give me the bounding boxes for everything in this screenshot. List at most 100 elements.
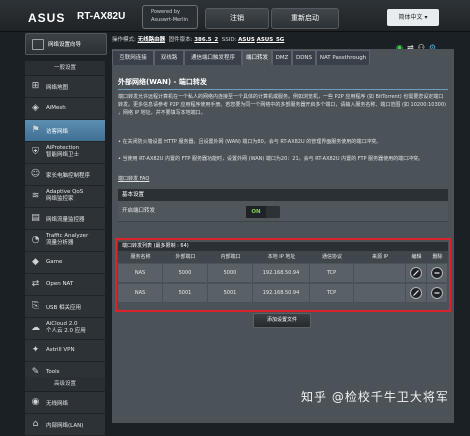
column-header: 来源 IP <box>354 251 406 263</box>
op-mode-value[interactable]: 无线路由器 <box>138 37 166 43</box>
sidebar-item-network-map[interactable]: ⊞ 网络地图 <box>25 76 105 98</box>
wireless-icon: ◉ <box>31 397 40 407</box>
column-header: 本地 IP 地址 <box>253 251 310 263</box>
powered-by-line2: Asuswrt-Merlin <box>151 17 189 23</box>
language-select[interactable]: 简体中文 ▾ <box>387 9 439 26</box>
add-profile-button[interactable]: 添加设置文件 <box>253 313 311 328</box>
quick-setup-button[interactable]: 网络设置向导 <box>25 33 107 55</box>
table-cell-protocol: TCP <box>310 284 354 303</box>
enable-port-forwarding-row: 开启端口转发 ON <box>118 201 448 222</box>
usb-app-icon: ⎘ <box>31 301 40 311</box>
column-header: 服务名称 <box>118 251 163 263</box>
sidebar-item-guest-network[interactable]: ⚑ 访客网络 <box>25 120 105 142</box>
aiprotection-icon: ⛨ <box>32 147 39 157</box>
sidebar-item-open-nat[interactable]: ⇄ Open NAT <box>25 274 105 296</box>
column-header: 通信协议 <box>310 251 354 263</box>
table-cell-external: 5001 <box>163 284 208 303</box>
lan-icon: ⌂ <box>32 419 39 429</box>
tab-5[interactable]: DDNS <box>292 50 316 65</box>
sidebar-item-aicloud[interactable]: ☁ AiCloud 2.0 个人云 2.0 应用 <box>25 318 105 340</box>
firmware-label: 固件版本: <box>168 37 193 43</box>
sidebar-item-vpn[interactable]: ✦ Astrill VPN <box>25 340 105 362</box>
vpn-icon: ✦ <box>31 345 40 355</box>
tab-4[interactable]: DMZ <box>272 50 292 65</box>
sidebar-item-wireless[interactable]: ◉ 无线网络 <box>25 392 105 414</box>
guest-network-icon: ⚑ <box>31 125 40 135</box>
sidebar-item-label: AiCloud 2.0 个人云 2.0 应用 <box>46 321 86 334</box>
intro-text: 端口转发允许远程计算机在一个私人的网络内连接至一个具体的计算机或服务。例如浏览机… <box>118 94 446 116</box>
advanced-header: 高级设置 <box>25 377 105 391</box>
sidebar-item-aiprotection[interactable]: ⛨ AiProtection 智能网络卫士 <box>25 142 105 164</box>
chevron-down-icon: ▾ <box>424 14 428 21</box>
sidebar-item-label: AiMesh <box>46 105 66 111</box>
sidebar-item-qos[interactable]: ≋ Adaptive QoS 网络监控家 <box>25 186 105 208</box>
ssid-5g[interactable]: ASUS_5G <box>257 37 285 43</box>
table-cell-service: NAS <box>118 284 163 303</box>
sidebar-item-label: 家长电脑控制程序 <box>46 173 91 179</box>
logout-button[interactable]: 注销 <box>205 8 269 29</box>
op-mode-label: 操作模式: <box>112 37 136 43</box>
ssid-24g[interactable]: ASUS <box>238 37 255 43</box>
toggle-knob[interactable] <box>266 206 280 218</box>
edit-icon[interactable] <box>410 287 422 299</box>
table-cell-internal: 5001 <box>208 284 253 303</box>
parental-control-icon: ☺ <box>30 169 41 179</box>
delete-icon[interactable] <box>431 267 443 279</box>
sidebar-item-label: 访客网络 <box>46 129 69 135</box>
delete-icon[interactable] <box>431 287 443 299</box>
sidebar-item-lan[interactable]: ⌂ 内部网络(LAN) <box>25 414 105 436</box>
sidebar-item-label: Adaptive QoS 网络监控家 <box>46 189 84 202</box>
table-cell-external: 5000 <box>163 264 208 283</box>
firmware-value[interactable]: 386.5_2 <box>194 37 218 43</box>
table-cell-service: NAS <box>118 264 163 283</box>
enable-port-forwarding-label: 开启端口转发 <box>122 208 156 214</box>
delete-cell <box>427 264 448 283</box>
edit-icon[interactable] <box>410 267 422 279</box>
table-cell-protocol: TCP <box>310 264 354 283</box>
watermark: 知乎 @检校千牛卫大将军 <box>301 390 449 404</box>
table-cell-ip: 192.168.50.94 <box>253 264 310 283</box>
traffic-monitor-icon: ▤ <box>31 213 40 223</box>
powered-by-badge: Powered by Asuswrt-Merlin <box>142 5 198 29</box>
note-ftp: • 当使用 RT-AX82U 内置的 FTP 服务器功能时，设置外网 (WAN)… <box>118 156 424 162</box>
router-model: RT-AX82U <box>77 11 126 22</box>
column-header: 内部端口 <box>208 251 253 263</box>
table-cell-ip: 192.168.50.94 <box>253 284 310 303</box>
sidebar-item-usb-app[interactable]: ⎘ USB 相关应用 <box>25 296 105 318</box>
sidebar-item-traffic-analyzer[interactable]: ◔ Traffic Analyzer 流量分析器 <box>25 230 105 252</box>
sidebar-item-label: USB 相关应用 <box>46 305 82 311</box>
sidebar-item-parental-control[interactable]: ☺ 家长电脑控制程序 <box>25 164 105 186</box>
tab-3[interactable]: 端口转发 <box>242 50 272 65</box>
tab-2[interactable]: 通信端口触发程序 <box>184 50 242 65</box>
main-panel: 互联网连接 双线路 通信端口触发程序 端口转发 DMZ DDNS NAT Passthrou… <box>112 49 454 423</box>
edit-cell <box>406 284 427 303</box>
language-value: 简体中文 <box>398 14 423 21</box>
tab-6[interactable]: NAT Passthrough <box>316 50 370 65</box>
sidebar-item-label: 网络流量监控器 <box>46 217 85 223</box>
delete-cell <box>427 284 448 303</box>
edit-cell <box>406 264 427 283</box>
reboot-button[interactable]: 重新启动 <box>271 8 339 29</box>
tab-1[interactable]: 双线路 <box>154 50 184 65</box>
sidebar-item-game[interactable]: ◆ Game <box>25 252 105 274</box>
basic-config-header: 基本设置 <box>118 189 448 201</box>
sidebar-item-label: 无线网络 <box>46 401 69 407</box>
asus-logo: ASUS <box>28 11 66 25</box>
sidebar: 网络设置向导 一般设置 ⊞ 网络地图 ◈ AiMesh ⚑ 访客网络 ⛨ AiProtecti… <box>24 31 107 436</box>
aimesh-icon: ◈ <box>32 103 39 113</box>
sidebar-item-label: 内部网络(LAN) <box>46 423 84 429</box>
content-area: 外部网络(WAN) - 端口转发 端口转发允许远程计算机在一个私人的网络内连接至… <box>112 65 454 423</box>
table-cell-internal: 5000 <box>208 264 253 283</box>
traffic-analyzer-icon: ◔ <box>31 235 40 245</box>
top-bar: ASUS RT-AX82U Powered by Asuswrt-Merlin … <box>0 0 470 32</box>
title-divider <box>118 89 448 90</box>
faq-link[interactable]: 端口转发 FAQ <box>118 175 448 183</box>
sidebar-item-aimesh[interactable]: ◈ AiMesh <box>25 98 105 120</box>
column-header: 编辑 <box>406 251 427 263</box>
port-forwarding-toggle[interactable]: ON <box>246 206 280 218</box>
game-icon: ◆ <box>32 257 39 267</box>
sidebar-item-label: AiProtection 智能网络卫士 <box>46 145 80 158</box>
sidebar-item-traffic-monitor[interactable]: ▤ 网络流量监控器 <box>25 208 105 230</box>
tab-0[interactable]: 互联网连接 <box>112 50 154 65</box>
ssid-label: SSID: <box>221 37 237 43</box>
